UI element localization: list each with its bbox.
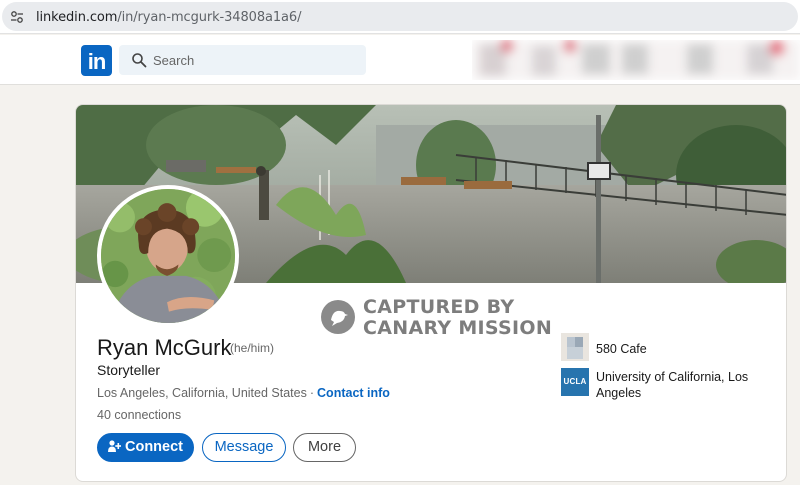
- search-box[interactable]: [119, 45, 366, 75]
- profile-photo[interactable]: [97, 185, 239, 327]
- connections-count[interactable]: 40 connections: [97, 408, 181, 422]
- ucla-logo: UCLA: [561, 368, 589, 396]
- connect-label: Connect: [125, 439, 183, 455]
- message-button[interactable]: Message: [202, 433, 286, 462]
- profile-location: Los Angeles, California, United States: [97, 386, 307, 400]
- watermark-line-2: CANARY MISSION: [363, 317, 553, 339]
- watermark-line-1: CAPTURED BY: [363, 296, 515, 318]
- separator-dot: ·: [309, 386, 315, 400]
- education-item-ucla[interactable]: UCLA University of California, Los Angel…: [561, 368, 776, 402]
- url-domain: linkedin.com: [36, 10, 118, 25]
- linkedin-logo[interactable]: in: [81, 45, 112, 76]
- profile-name: Ryan McGurk: [97, 335, 232, 360]
- watermark: CAPTURED BY CANARY MISSION: [321, 297, 581, 341]
- canary-mission-icon: [321, 300, 355, 334]
- linkedin-header: in: [0, 35, 800, 85]
- profile-card: CAPTURED BY CANARY MISSION Ryan McGurk (…: [75, 104, 787, 482]
- search-input[interactable]: [153, 51, 353, 69]
- profile-location-line: Los Angeles, California, United States · C…: [97, 386, 390, 400]
- browser-address-bar: linkedin.com/in/ryan-mcgurk-34808a1a6/: [0, 0, 800, 34]
- add-person-icon: [108, 440, 121, 452]
- experience-item-580-cafe[interactable]: 580 Cafe: [561, 333, 761, 363]
- education-org-name: University of California, Los Angeles: [596, 370, 749, 400]
- more-button[interactable]: More: [293, 433, 356, 462]
- watermark-text: CAPTURED BY CANARY MISSION: [363, 297, 552, 339]
- experience-org-name: 580 Cafe: [596, 342, 647, 356]
- company-logo-placeholder-icon: [561, 333, 589, 361]
- blurred-nav-icons: [472, 40, 800, 80]
- profile-headline: Storyteller: [97, 362, 161, 378]
- search-icon: [132, 53, 147, 68]
- profile-pronouns: (he/him): [230, 341, 275, 355]
- connect-button[interactable]: Connect: [97, 433, 194, 462]
- site-settings-icon[interactable]: [10, 10, 24, 24]
- url-text[interactable]: linkedin.com/in/ryan-mcgurk-34808a1a6/: [36, 10, 301, 25]
- contact-info-link[interactable]: Contact info: [317, 386, 390, 400]
- url-bar[interactable]: linkedin.com/in/ryan-mcgurk-34808a1a6/: [2, 2, 798, 31]
- url-path: /in/ryan-mcgurk-34808a1a6/: [117, 10, 302, 25]
